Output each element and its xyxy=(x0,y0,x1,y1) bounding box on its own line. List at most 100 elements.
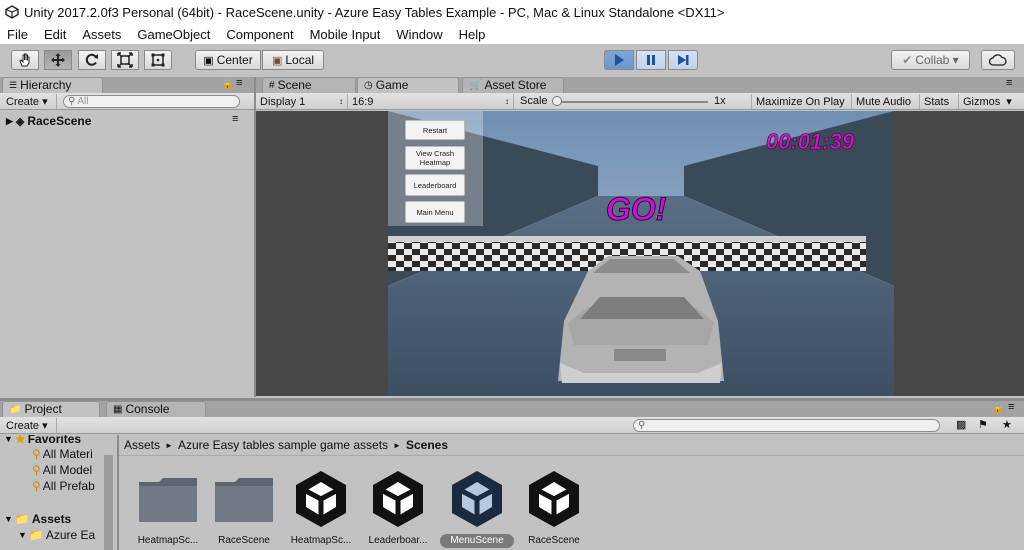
project-create-dropdown[interactable]: Create ▾ xyxy=(2,418,57,433)
unity-scene-icon xyxy=(529,471,579,527)
collab-check-icon: ✔ xyxy=(902,53,913,67)
menu-bar: File Edit Assets GameObject Component Mo… xyxy=(0,24,1024,44)
tab-project[interactable]: 📁 Project xyxy=(2,401,100,417)
asset-item[interactable]: HeatmapSc... xyxy=(284,468,358,546)
project-search-input[interactable]: ⚲ xyxy=(633,419,940,432)
play-button[interactable] xyxy=(604,50,634,70)
rect-transform-icon xyxy=(151,53,165,67)
tab-console-label: Console xyxy=(125,402,170,416)
breadcrumb-assets[interactable]: Assets xyxy=(124,438,160,452)
pivot-center-toggle[interactable]: ▣ Center xyxy=(195,50,261,70)
asset-item[interactable]: RaceScene xyxy=(517,468,591,546)
menu-mobile-input[interactable]: Mobile Input xyxy=(302,27,389,42)
asset-item-selected[interactable]: MenuScene xyxy=(440,468,514,548)
rotate-tool-button[interactable] xyxy=(78,50,106,70)
hand-tool-button[interactable] xyxy=(11,50,39,70)
unity-scene-icon xyxy=(452,471,502,527)
asset-item[interactable]: HeatmapSc... xyxy=(131,468,205,546)
menu-component[interactable]: Component xyxy=(218,27,301,42)
stats-toggle[interactable]: Stats xyxy=(920,94,959,109)
tree-scrollbar[interactable] xyxy=(104,455,113,550)
tab-hierarchy[interactable]: ☰ Hierarchy xyxy=(2,77,103,93)
maximize-on-play-toggle[interactable]: Maximize On Play xyxy=(751,94,852,109)
collab-label: Collab ▾ xyxy=(915,53,959,67)
breadcrumb-arrow-icon: ► xyxy=(165,440,173,450)
rotate-icon xyxy=(85,53,98,66)
mute-audio-toggle[interactable]: Mute Audio xyxy=(852,94,920,109)
asset-item[interactable]: Leaderboar... xyxy=(361,468,435,546)
hierarchy-tree: ▶ ◈ RaceScene ≡ xyxy=(0,111,254,397)
pivot-label: Center xyxy=(216,53,253,67)
center-panel-menu-icon[interactable]: ≡ xyxy=(1006,77,1012,89)
scene-grid-icon: # xyxy=(269,80,275,91)
hierarchy-toolbar: Create ▾ ⚲ All xyxy=(0,93,254,110)
menu-gameobject[interactable]: GameObject xyxy=(129,27,218,42)
assets-child-label: Azure Ea xyxy=(45,528,96,542)
game-viewport[interactable]: Restart View Crash Heatmap Leaderboard M… xyxy=(388,111,894,396)
go-banner: GO! xyxy=(605,191,667,228)
menu-file[interactable]: File xyxy=(0,27,36,42)
asset-label: MenuScene xyxy=(440,534,514,548)
scene-menu-icon[interactable]: ≡ xyxy=(232,113,238,125)
unity-scene-icon xyxy=(296,471,346,527)
favorite-item[interactable]: ⚲ All Prefab xyxy=(32,479,95,493)
tab-game[interactable]: ◷ Game xyxy=(357,77,459,93)
rect-tool-button[interactable] xyxy=(144,50,172,70)
gizmos-dropdown[interactable]: Gizmos ▾ xyxy=(959,94,1024,109)
cloud-icon xyxy=(989,54,1007,66)
filter-by-label-icon[interactable]: ⚑ xyxy=(978,418,988,431)
step-forward-icon xyxy=(678,55,689,65)
move-arrows-icon xyxy=(51,53,65,67)
favorite-item[interactable]: ⚲ All Model xyxy=(32,463,92,477)
scale-slider-track[interactable] xyxy=(556,101,708,103)
menu-edit[interactable]: Edit xyxy=(36,27,74,42)
menu-assets[interactable]: Assets xyxy=(74,27,129,42)
breadcrumb-azure[interactable]: Azure Easy tables sample game assets xyxy=(178,438,388,452)
aspect-dropdown[interactable]: 16:9 ↕ xyxy=(348,94,514,109)
pause-button[interactable] xyxy=(636,50,666,70)
tab-asset-store[interactable]: 🛒 Asset Store xyxy=(462,77,564,93)
favorite-star-icon[interactable]: ★ xyxy=(1002,418,1012,431)
display-dropdown[interactable]: Display 1 ↕ xyxy=(256,94,348,109)
menu-window[interactable]: Window xyxy=(388,27,450,42)
scale-icon xyxy=(117,52,133,68)
pivot-space-toggle[interactable]: ▣ Local xyxy=(262,50,324,70)
project-panel-menu-icon[interactable]: ≡ xyxy=(1008,401,1014,413)
assets-row[interactable]: ▼ 📁 Assets xyxy=(4,512,71,526)
panel-menu-icon[interactable]: ≡ xyxy=(236,77,242,89)
hierarchy-search-input[interactable]: ⚲ All xyxy=(63,95,240,108)
favorite-item[interactable]: ⚲ All Materi xyxy=(32,447,93,461)
search-filter-icon: ⚲ xyxy=(32,447,41,461)
filter-by-type-icon[interactable]: ▩ xyxy=(956,418,966,431)
local-cube-icon: ▣ xyxy=(271,54,283,67)
main-menu-button[interactable]: Main Menu xyxy=(405,201,465,223)
unity-scene-icon xyxy=(373,471,423,527)
project-lock-icon[interactable]: 🔒 xyxy=(992,403,1003,414)
hierarchy-create-dropdown[interactable]: Create ▾ xyxy=(2,94,57,109)
leaderboard-button[interactable]: Leaderboard xyxy=(405,174,465,196)
assets-child-row[interactable]: ▼ 📁 Azure Ea xyxy=(18,528,95,542)
restart-button[interactable]: Restart xyxy=(405,120,465,140)
tab-hierarchy-label: Hierarchy xyxy=(20,78,72,92)
view-crash-heatmap-button[interactable]: View Crash Heatmap xyxy=(405,146,465,170)
project-toolbar: Create ▾ ⚲ ▩ ⚑ ★ xyxy=(0,417,1024,434)
menu-help[interactable]: Help xyxy=(451,27,494,42)
breadcrumb-scenes[interactable]: Scenes xyxy=(406,438,448,452)
step-button[interactable] xyxy=(668,50,698,70)
collab-button[interactable]: ✔ Collab ▾ xyxy=(891,50,970,70)
cloud-button[interactable] xyxy=(981,50,1015,70)
favorites-row[interactable]: ▼ ★ Favorites xyxy=(4,435,81,446)
display-label: Display 1 xyxy=(260,95,306,108)
move-tool-button[interactable] xyxy=(44,50,72,70)
bottom-tabstrip: 📁 Project ▦ Console 🔒 ≡ xyxy=(0,401,1024,417)
scale-slider-thumb[interactable] xyxy=(552,96,562,106)
scene-row[interactable]: ▶ ◈ RaceScene ≡ xyxy=(0,112,254,130)
search-placeholder: All xyxy=(77,96,89,107)
lock-icon[interactable]: 🔒 xyxy=(222,79,233,90)
asset-item[interactable]: RaceScene xyxy=(207,468,281,546)
scale-tool-button[interactable] xyxy=(111,50,139,70)
breadcrumb-arrow-icon: ► xyxy=(393,440,401,450)
expand-arrow-icon[interactable]: ▶ xyxy=(6,116,13,127)
tab-console[interactable]: ▦ Console xyxy=(106,401,206,417)
tab-scene[interactable]: # Scene xyxy=(262,77,356,93)
